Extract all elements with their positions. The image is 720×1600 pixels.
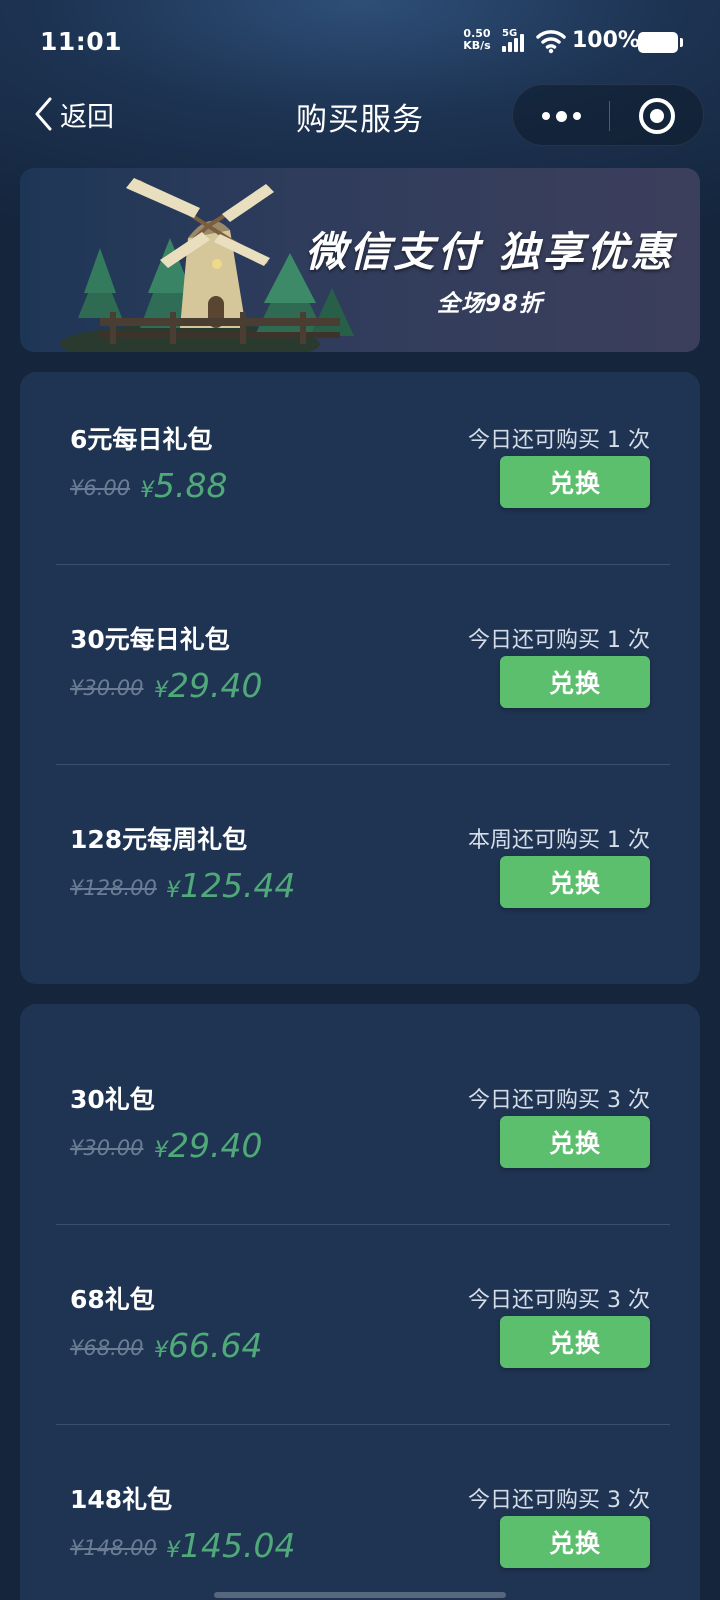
- sale-price: ¥125.44: [166, 866, 296, 905]
- cellular-signal-icon: 5G: [502, 28, 532, 54]
- package-name: 128元每周礼包: [70, 825, 248, 854]
- network-speed: 0.50 KB/s: [460, 28, 494, 52]
- divider: [56, 1224, 670, 1225]
- sale-price: ¥29.40: [154, 666, 263, 705]
- package-item: 30元每日礼包 ¥30.00 ¥29.40 今日还可购买 1 次 兑换: [56, 572, 670, 772]
- purchase-limit: 今日还可购买 1 次: [468, 628, 650, 653]
- purchase-limit: 今日还可购买 3 次: [468, 1488, 650, 1513]
- package-name: 6元每日礼包: [70, 425, 213, 454]
- package-name: 30元每日礼包: [70, 625, 230, 654]
- redeem-button[interactable]: 兑换: [500, 856, 650, 908]
- sale-price: ¥145.04: [166, 1526, 296, 1565]
- package-name: 30礼包: [70, 1085, 155, 1114]
- redeem-button[interactable]: 兑换: [500, 656, 650, 708]
- home-indicator: [214, 1592, 506, 1598]
- purchase-limit: 今日还可购买 1 次: [468, 428, 650, 453]
- divider: [56, 1424, 670, 1425]
- battery-icon: [638, 32, 683, 53]
- more-dots-icon: [541, 112, 550, 120]
- package-name: 148礼包: [70, 1485, 173, 1514]
- more-options-button[interactable]: [513, 85, 609, 147]
- package-item: 128元每周礼包 ¥128.00 ¥125.44 本周还可购买 1 次 兑换: [56, 772, 670, 972]
- redeem-button[interactable]: 兑换: [500, 1516, 650, 1568]
- sale-price: ¥29.40: [154, 1126, 263, 1165]
- status-bar: 11:01 0.50 KB/s 5G 100%: [0, 0, 720, 84]
- redeem-button[interactable]: 兑换: [500, 1316, 650, 1368]
- sale-price: ¥5.88: [140, 466, 228, 505]
- banner-headline: 微信支付 独享优惠: [305, 228, 675, 276]
- original-price: ¥30.00: [70, 1136, 144, 1160]
- package-card-daily-weekly: 6元每日礼包 ¥6.00 ¥5.88 今日还可购买 1 次 兑换 30元每日礼包…: [20, 372, 700, 984]
- purchase-limit: 本周还可购买 1 次: [468, 828, 650, 853]
- banner-subline: 全场98折: [436, 291, 543, 317]
- package-name: 68礼包: [70, 1285, 155, 1314]
- package-item: 6元每日礼包 ¥6.00 ¥5.88 今日还可购买 1 次 兑换: [56, 372, 670, 572]
- purchase-limit: 今日还可购买 3 次: [468, 1288, 650, 1313]
- package-card-gift-packs: 30礼包 ¥30.00 ¥29.40 今日还可购买 3 次 兑换 68礼包 ¥6…: [20, 1004, 700, 1600]
- redeem-button[interactable]: 兑换: [500, 1116, 650, 1168]
- package-item: 30礼包 ¥30.00 ¥29.40 今日还可购买 3 次 兑换: [56, 1032, 670, 1232]
- divider: [56, 764, 670, 765]
- battery-percentage: 100%: [572, 28, 640, 53]
- status-time: 11:01: [40, 27, 123, 56]
- network-speed-unit: KB/s: [463, 39, 491, 52]
- original-price: ¥30.00: [70, 676, 144, 700]
- package-item: 68礼包 ¥68.00 ¥66.64 今日还可购买 3 次 兑换: [56, 1232, 670, 1432]
- wifi-icon: [536, 30, 566, 54]
- original-price: ¥148.00: [70, 1536, 157, 1560]
- redeem-button[interactable]: 兑换: [500, 456, 650, 508]
- close-mini-program-button[interactable]: [609, 85, 705, 147]
- target-icon: [639, 98, 675, 134]
- promo-banner[interactable]: 微信支付 独享优惠 全场98折: [20, 168, 700, 352]
- original-price: ¥68.00: [70, 1336, 144, 1360]
- mini-program-capsule: [512, 84, 704, 146]
- purchase-limit: 今日还可购买 3 次: [468, 1088, 650, 1113]
- sale-price: ¥66.64: [154, 1326, 263, 1365]
- navigation-bar: 返回 购买服务: [0, 84, 720, 148]
- original-price: ¥128.00: [70, 876, 157, 900]
- package-item: 148礼包 ¥148.00 ¥145.04 今日还可购买 3 次 兑换: [56, 1432, 670, 1600]
- divider: [56, 564, 670, 565]
- original-price: ¥6.00: [70, 476, 131, 500]
